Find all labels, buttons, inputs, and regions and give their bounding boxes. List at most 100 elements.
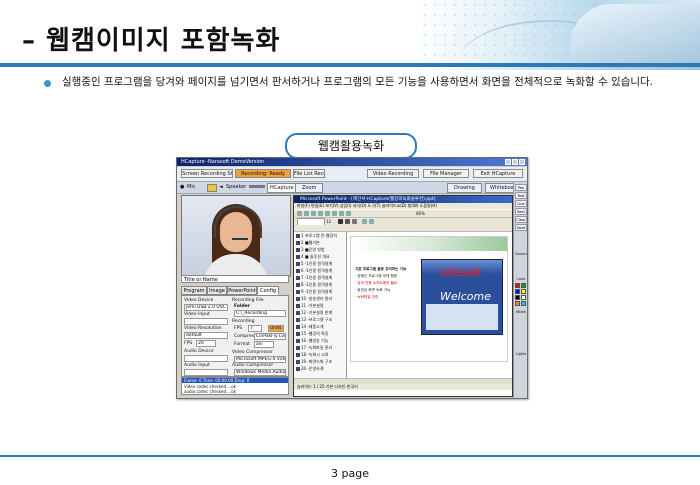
- clear-tool-button[interactable]: Clear: [515, 216, 527, 223]
- video-recording-button[interactable]: Video Recording: [367, 169, 419, 178]
- webcam-caption-field[interactable]: Title or Name: [181, 275, 289, 283]
- audio-compressor-select[interactable]: Windows Media Audio: [234, 369, 286, 376]
- line-tool-button[interactable]: Line: [515, 200, 527, 207]
- video-compressor-select[interactable]: Microsoft MPEG-4 Video: [234, 356, 286, 363]
- bold-icon[interactable]: [338, 219, 343, 224]
- mic-slider[interactable]: [207, 184, 217, 192]
- copy-icon[interactable]: [332, 211, 337, 216]
- header-decoration: [420, 0, 700, 70]
- zoom-button[interactable]: Zoom: [295, 183, 324, 193]
- outline-item[interactable]: 8 -1인용 원격설계: [296, 281, 346, 288]
- outline-item[interactable]: 11 -기본설명: [296, 302, 346, 309]
- powerpoint-status-bar: 슬라이드 1 / 25 기본 디자인 한국어: [294, 384, 512, 390]
- folder-field[interactable]: C:\_Recording: [234, 310, 286, 317]
- slide-text-line: · 강의 전용 소프트웨어 필요: [355, 281, 398, 285]
- outline-item[interactable]: 16 -웹방송 기능: [296, 337, 346, 344]
- tab-powerpoint[interactable]: PowerPoint: [227, 286, 257, 295]
- width-label: Width: [515, 310, 527, 314]
- rect-tool-button[interactable]: Rect: [515, 208, 527, 215]
- speaker-slider[interactable]: [249, 185, 265, 188]
- headset-mic: [232, 238, 248, 240]
- drawing-button[interactable]: Drawing: [447, 183, 482, 193]
- status-log: Frame: 0 Time: 00:00:00 Drop: 0 Video co…: [181, 377, 289, 395]
- minimize-icon[interactable]: [505, 159, 511, 165]
- color-swatch[interactable]: [521, 283, 526, 288]
- save-tool-button[interactable]: Save: [515, 224, 527, 231]
- outline-item[interactable]: 19 -화면녹화 구조: [296, 358, 346, 365]
- align-center-icon[interactable]: [369, 219, 374, 224]
- slide-header-band: [351, 237, 507, 251]
- video-device-select[interactable]: Jemi USB 2.0 UVC: [184, 304, 228, 311]
- cut-icon[interactable]: [325, 211, 330, 216]
- video-input-select[interactable]: [184, 318, 228, 325]
- device-select[interactable]: HCapture: [267, 183, 297, 193]
- file-manager-button[interactable]: File Manager: [423, 169, 469, 178]
- fps-select[interactable]: 20: [196, 340, 216, 347]
- fps2-select[interactable]: 7: [248, 325, 262, 332]
- outline-item[interactable]: 6 -1인용 원격설계: [296, 267, 346, 274]
- general-label: General: [515, 252, 528, 256]
- outline-item[interactable]: 20 -운영사례: [296, 365, 346, 372]
- app-screenshot: HCapture -Narasoft DemoVersion Screen Re…: [176, 157, 528, 399]
- pen-tool-button[interactable]: Pen: [515, 184, 527, 191]
- file-list-button[interactable]: File List Recording: [293, 169, 325, 178]
- outline-item[interactable]: 12 -기본설명 한계: [296, 309, 346, 316]
- hand-image: [570, 4, 700, 70]
- format-select[interactable]: avi: [254, 341, 274, 348]
- outline-item[interactable]: 18 -녹화시 고려: [296, 351, 346, 358]
- footer-line: [0, 455, 700, 457]
- outline-item[interactable]: 5 -1인용 원격설계: [296, 260, 346, 267]
- powerpoint-standard-toolbar[interactable]: 66%: [294, 210, 512, 218]
- new-icon[interactable]: [297, 211, 302, 216]
- recording-status-button[interactable]: Recording: Ready: [235, 169, 291, 178]
- audio-device-select[interactable]: [184, 355, 228, 362]
- maximize-icon[interactable]: [512, 159, 518, 165]
- outline-item[interactable]: 9 -1인용 원격설계: [296, 288, 346, 295]
- outline-item[interactable]: 1 프로그램 전-웹강의: [296, 232, 346, 239]
- units-button[interactable]: Units: [268, 325, 284, 332]
- tab-config[interactable]: Config: [257, 286, 279, 295]
- outline-item[interactable]: 2 ■웹기본: [296, 239, 346, 246]
- color-swatch[interactable]: [515, 283, 520, 288]
- powerpoint-menu-bar[interactable]: 파일(F) 편집(E) 보기(V) 삽입(I) 서식(O) 도구(T) 슬라이드…: [294, 203, 512, 209]
- color-swatch[interactable]: [521, 289, 526, 294]
- text-tool-button[interactable]: Text: [515, 192, 527, 199]
- outline-item[interactable]: 4 ■ 솔루션 개요: [296, 253, 346, 260]
- save-icon[interactable]: [311, 211, 316, 216]
- open-icon[interactable]: [304, 211, 309, 216]
- description-text: 실행중인 프로그램을 당겨와 페이지를 넘기면서 판서하거나 프로그램의 모든 …: [62, 76, 654, 88]
- video-resolution-select[interactable]: default: [184, 332, 228, 339]
- color-swatch[interactable]: [515, 301, 520, 306]
- outline-item[interactable]: 7 -1인용 원격설계: [296, 274, 346, 281]
- zoom-select[interactable]: 66%: [416, 210, 425, 218]
- close-icon[interactable]: [519, 159, 525, 165]
- outline-item[interactable]: 13 -프로그램 구조: [296, 316, 346, 323]
- italic-icon[interactable]: [345, 219, 350, 224]
- powerpoint-view-toolbar: [294, 225, 512, 232]
- website-screenshot: 나라소프트 Welcome: [421, 259, 503, 335]
- paste-icon[interactable]: [339, 211, 344, 216]
- color-swatch[interactable]: [521, 295, 526, 300]
- color-swatch[interactable]: [521, 301, 526, 306]
- outline-item[interactable]: 10 -방송센터 원리: [296, 295, 346, 302]
- color-swatch[interactable]: [515, 295, 520, 300]
- slide-outline-pane[interactable]: 1 프로그램 전-웹강의 2 ■웹기본 3 ■운영 방법 4 ■ 솔루션 개요 …: [294, 232, 347, 378]
- outline-item[interactable]: 3 ■운영 방법: [296, 246, 346, 253]
- audio-input-select[interactable]: [184, 369, 228, 376]
- screen-recording-button[interactable]: Screen Recording Start: [181, 169, 233, 178]
- outline-item[interactable]: 15 -웹강의 특징: [296, 330, 346, 337]
- mic-icon: ●: [180, 184, 185, 190]
- slide-canvas[interactable]: 기존 프로그램 활용 강의하는 기능 · 정해진 프로그램 대체 활용 · 강의…: [350, 236, 508, 362]
- outline-item[interactable]: 17 -녹화파일 관리: [296, 344, 346, 351]
- underline-icon[interactable]: [352, 219, 357, 224]
- outline-item[interactable]: 14 -제품소개: [296, 323, 346, 330]
- compress-select[interactable]: CinPakFly Lvl: [254, 333, 286, 340]
- undo-icon[interactable]: [346, 211, 351, 216]
- align-left-icon[interactable]: [362, 219, 367, 224]
- print-icon[interactable]: [318, 211, 323, 216]
- exit-button[interactable]: Exit HCapture: [473, 169, 523, 178]
- tab-program[interactable]: Program: [181, 286, 207, 295]
- fps-label: FPS: [184, 341, 193, 346]
- color-swatch[interactable]: [515, 289, 520, 294]
- tab-image[interactable]: Image: [207, 286, 227, 295]
